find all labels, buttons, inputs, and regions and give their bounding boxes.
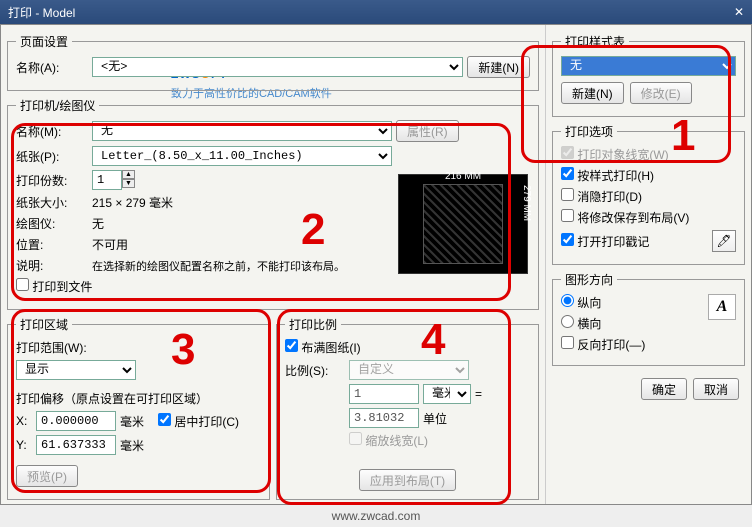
print-options-group: 打印选项 打印对象线宽(W) 按样式打印(H) 消隐打印(D) 将修改保存到布局… <box>552 123 745 265</box>
copies-input[interactable] <box>92 170 122 190</box>
print-to-file-check[interactable]: 打印到文件 <box>16 278 92 295</box>
printer-group: 打印机/绘图仪 名称(M): 无 属性(R) 纸张(P): Letter_(8.… <box>7 97 539 310</box>
paper-preview: 216 MM 279 MM <box>398 174 528 274</box>
pagesetup-name-label: 名称(A): <box>16 59 88 76</box>
copies-spinner[interactable]: ▲▼ <box>92 170 136 190</box>
plotter-value: 无 <box>92 215 104 232</box>
dialog-body: ZWSOFT 致力于高性价比的CAD/CAM软件 页面设置 名称(A): <无>… <box>0 24 752 505</box>
orient-reverse-check[interactable]: 反向打印(—) <box>561 336 645 353</box>
scale-label: 比例(S): <box>285 362 345 379</box>
range-select[interactable]: 显示 <box>16 360 136 380</box>
papersize-label: 纸张大小: <box>16 194 88 211</box>
orientation-group: 图形方向 纵向 横向 反向打印(—) A <box>552 271 745 366</box>
orient-portrait-radio[interactable]: 纵向 <box>561 294 601 311</box>
opt-save-check[interactable]: 将修改保存到布局(V) <box>561 209 689 226</box>
style-edit-button[interactable]: 修改(E) <box>630 82 692 104</box>
scale-unit-select[interactable]: 毫米 <box>423 384 471 404</box>
stamp-settings-button[interactable]: 🖊 <box>712 230 736 252</box>
papersize-value: 215 × 279 毫米 <box>92 194 173 211</box>
style-legend: 打印样式表 <box>561 33 629 50</box>
orientation-preview-icon: A <box>708 294 736 320</box>
scale-lineweight-check[interactable]: 缩放线宽(L) <box>349 432 428 449</box>
paper-label: 纸张(P): <box>16 148 88 165</box>
orient-landscape-radio[interactable]: 横向 <box>561 315 601 332</box>
opt-hide-check[interactable]: 消隐打印(D) <box>561 188 642 205</box>
x-label: X: <box>16 414 32 428</box>
copies-label: 打印份数: <box>16 172 88 189</box>
location-label: 位置: <box>16 236 88 253</box>
paper-select[interactable]: Letter_(8.50_x_11.00_Inches) <box>92 146 392 166</box>
window-title: 打印 - Model <box>8 4 75 21</box>
opt-stamp-check[interactable]: 打开打印戳记 <box>561 233 649 250</box>
print-area-group: 打印区域 打印范围(W): 显示 打印偏移（原点设置在可打印区域） X: 毫米 … <box>7 316 270 500</box>
pagesetup-new-button[interactable]: 新建(N) <box>467 56 530 78</box>
page-setup-group: 页面设置 名称(A): <无> 新建(N) <box>7 33 539 91</box>
apply-layout-button[interactable]: 应用到布局(T) <box>359 469 456 491</box>
spin-up-icon[interactable]: ▲ <box>122 170 135 179</box>
page-setup-legend: 页面设置 <box>16 33 72 50</box>
printer-name-label: 名称(M): <box>16 123 88 140</box>
pagesetup-name-select[interactable]: <无> <box>92 57 463 77</box>
print-scale-group: 打印比例 布满图纸(I) 比例(S): 自定义 毫米 = 单位 <box>276 316 539 500</box>
opt-lineweight-check[interactable]: 打印对象线宽(W) <box>561 146 669 163</box>
y-input[interactable] <box>36 435 116 455</box>
orient-legend: 图形方向 <box>561 271 617 288</box>
preview-width-label: 216 MM <box>424 171 502 182</box>
range-label: 打印范围(W): <box>16 339 87 356</box>
scale-legend: 打印比例 <box>285 316 341 333</box>
preview-button[interactable]: 预览(P) <box>16 465 78 487</box>
url-footer: www.zwcad.com <box>0 505 752 527</box>
scale-num-input[interactable] <box>349 384 419 404</box>
fit-paper-check[interactable]: 布满图纸(I) <box>285 339 361 356</box>
plotter-label: 绘图仪: <box>16 215 88 232</box>
printer-name-select[interactable]: 无 <box>92 121 392 141</box>
spin-down-icon[interactable]: ▼ <box>122 179 135 188</box>
printer-props-button[interactable]: 属性(R) <box>396 120 459 142</box>
printer-legend: 打印机/绘图仪 <box>16 97 99 114</box>
opt-bystyle-check[interactable]: 按样式打印(H) <box>561 167 654 184</box>
center-print-check[interactable]: 居中打印(C) <box>158 413 239 430</box>
desc-value: 在选择新的绘图仪配置名称之前，不能打印该布局。 <box>92 258 345 274</box>
area-legend: 打印区域 <box>16 316 72 333</box>
offset-legend: 打印偏移（原点设置在可打印区域） <box>16 390 261 407</box>
ok-button[interactable]: 确定 <box>641 378 687 400</box>
close-icon[interactable]: ✕ <box>734 5 744 19</box>
cancel-button[interactable]: 取消 <box>693 378 739 400</box>
stamp-icon: 🖊 <box>716 234 731 248</box>
style-table-select[interactable]: 无 <box>561 56 736 76</box>
scale-den-input[interactable] <box>349 408 419 428</box>
desc-label: 说明: <box>16 257 88 274</box>
title-bar: 打印 - Model ✕ <box>0 0 752 24</box>
style-new-button[interactable]: 新建(N) <box>561 82 624 104</box>
style-table-group: 打印样式表 无 新建(N) 修改(E) <box>552 33 745 117</box>
location-value: 不可用 <box>92 236 128 253</box>
scale-select[interactable]: 自定义 <box>349 360 469 380</box>
options-legend: 打印选项 <box>561 123 617 140</box>
preview-height-label: 279 MM <box>521 185 532 263</box>
y-label: Y: <box>16 438 32 452</box>
x-input[interactable] <box>36 411 116 431</box>
